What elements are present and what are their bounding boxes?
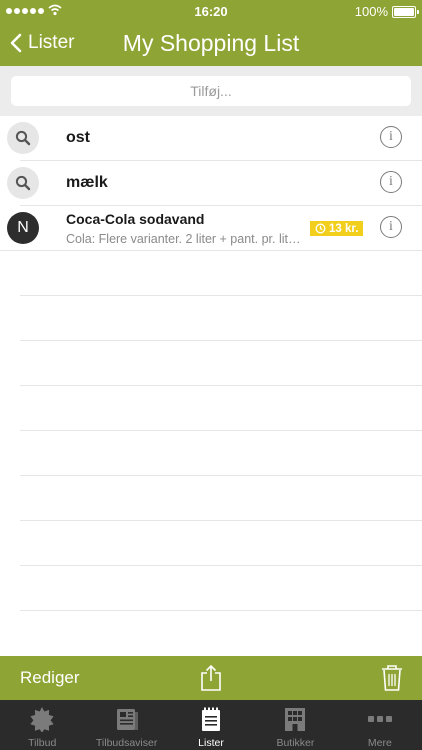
shopping-list: ost i mælk i N Coca-Cola sodavand Cola: … xyxy=(0,116,422,656)
price-badge: 13 kr. xyxy=(310,221,364,236)
info-icon[interactable]: i xyxy=(380,216,402,238)
add-item-bar xyxy=(0,66,422,116)
list-item-title: mælk xyxy=(66,174,108,191)
tab-butikker[interactable]: Butikker xyxy=(253,700,337,750)
tab-lister[interactable]: Lister xyxy=(169,700,253,750)
store-avatar: N xyxy=(7,212,39,244)
empty-row xyxy=(0,386,422,431)
tab-label: Tilbudsaviser xyxy=(95,737,158,749)
notepad-icon xyxy=(202,707,221,731)
status-bar: 16:20 100% xyxy=(0,0,422,22)
list-item-title: Coca-Cola sodavand xyxy=(66,211,205,227)
trash-icon[interactable] xyxy=(380,664,404,692)
empty-row xyxy=(0,431,422,476)
tab-tilbud[interactable]: Tilbud xyxy=(0,700,84,750)
newspaper-icon xyxy=(116,709,138,730)
empty-row xyxy=(0,521,422,566)
price-badge-label: 13 kr. xyxy=(329,222,359,235)
list-item[interactable]: N Coca-Cola sodavand Cola: Flere variant… xyxy=(0,206,422,251)
list-item[interactable]: mælk i xyxy=(0,161,422,206)
share-icon[interactable] xyxy=(200,664,222,692)
tab-label: Lister xyxy=(198,737,224,749)
tab-label: Mere xyxy=(367,737,392,749)
list-item-title: ost xyxy=(66,129,90,146)
starburst-icon xyxy=(30,707,54,732)
empty-row xyxy=(0,296,422,341)
clock-icon xyxy=(315,223,326,234)
info-icon[interactable]: i xyxy=(380,171,402,193)
list-action-bar: Rediger xyxy=(0,656,422,700)
page-title: My Shopping List xyxy=(122,30,300,56)
battery-percentage: 100% xyxy=(354,4,388,19)
empty-row xyxy=(0,341,422,386)
navigation-bar: 16:20 100% Lister My Shopping List xyxy=(0,0,422,66)
info-icon[interactable]: i xyxy=(380,126,402,148)
edit-button[interactable]: Rediger xyxy=(20,668,80,688)
tab-label: Tilbud xyxy=(28,737,57,749)
empty-row xyxy=(0,566,422,611)
more-icon xyxy=(367,716,392,722)
tab-tilbudsaviser[interactable]: Tilbudsaviser xyxy=(84,700,168,750)
empty-row xyxy=(0,251,422,296)
store-icon xyxy=(285,708,306,731)
search-icon[interactable] xyxy=(7,122,39,154)
tab-bar: Tilbud Tilbudsaviser Lister Butikker Mer… xyxy=(0,700,422,750)
add-item-input[interactable] xyxy=(11,76,411,106)
list-item-subtitle: Cola: Flere varianter. 2 liter + pant. p… xyxy=(66,232,306,246)
battery-icon xyxy=(392,6,419,18)
search-icon[interactable] xyxy=(7,167,39,199)
tab-label: Butikker xyxy=(276,737,315,749)
list-item[interactable]: ost i xyxy=(0,116,422,161)
empty-row xyxy=(0,476,422,521)
tab-mere[interactable]: Mere xyxy=(338,700,422,750)
